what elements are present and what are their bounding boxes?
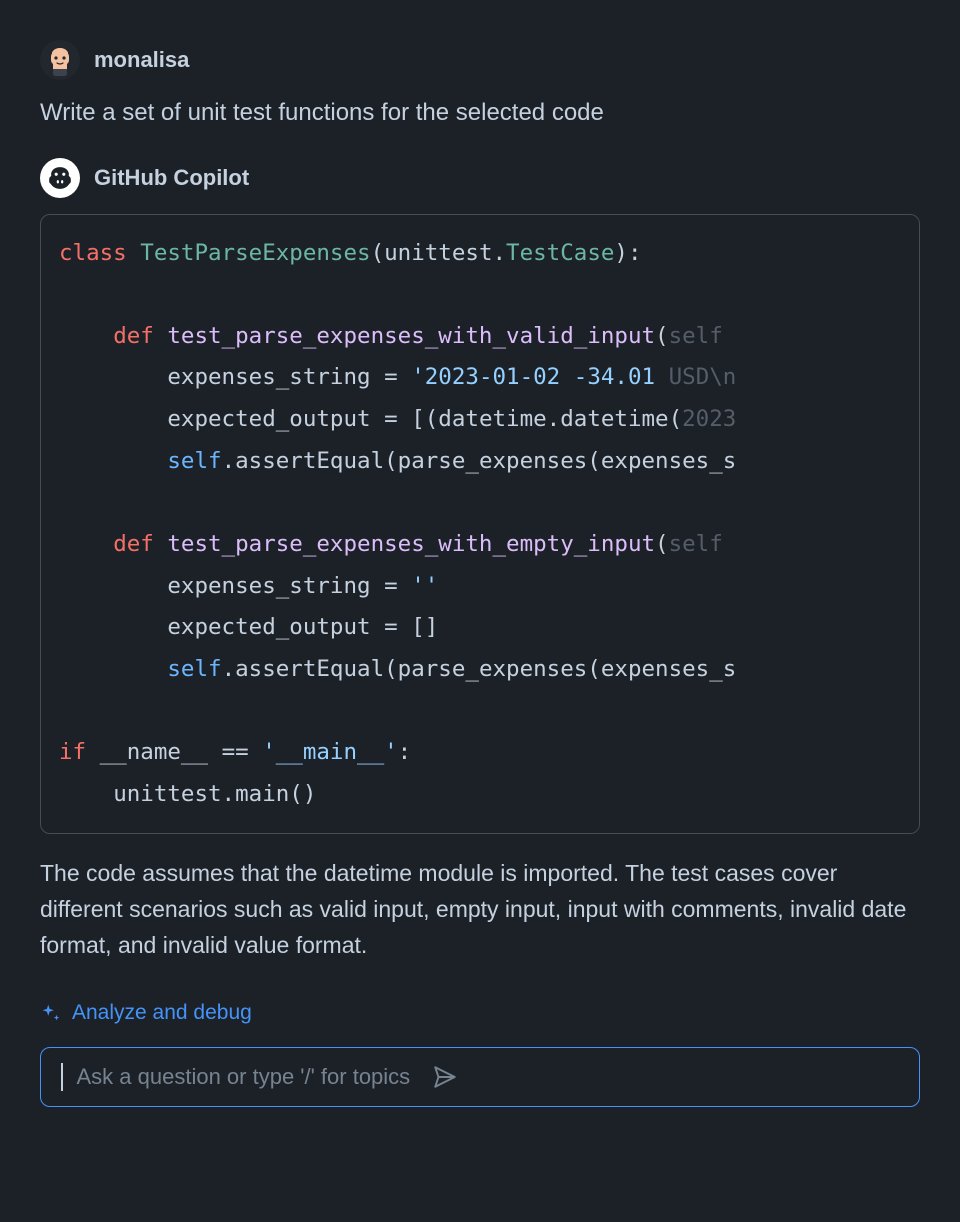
- assistant-explanation: The code assumes that the datetime modul…: [40, 856, 920, 963]
- assistant-message: GitHub Copilot class TestParseExpenses(u…: [40, 158, 920, 964]
- assistant-name: GitHub Copilot: [94, 165, 249, 191]
- action-label: Analyze and debug: [72, 1001, 252, 1025]
- mona-avatar-icon: [40, 40, 80, 80]
- copilot-icon: [47, 165, 73, 191]
- code-token: unittest: [384, 240, 492, 266]
- code-token: '__main__': [262, 739, 397, 765]
- code-token: def: [113, 531, 154, 557]
- code-token: self: [669, 531, 723, 557]
- code-token: unittest.main(): [113, 781, 316, 807]
- code-token: test_parse_expenses_with_empty_input: [167, 531, 655, 557]
- input-caret: [61, 1063, 63, 1091]
- input-placeholder: Ask a question or type '/' for topics: [77, 1064, 411, 1090]
- code-token: = []: [371, 614, 439, 640]
- code-token: TestParseExpenses: [140, 240, 370, 266]
- code-token: self: [167, 448, 221, 474]
- code-token: expenses_s: [601, 656, 736, 682]
- code-token: =: [371, 364, 412, 390]
- send-icon[interactable]: [432, 1064, 458, 1090]
- code-token: expenses_string: [167, 364, 370, 390]
- user-header: monalisa: [40, 40, 920, 80]
- code-token: USD\n: [669, 364, 737, 390]
- sparkle-icon: [40, 1002, 62, 1024]
- user-prompt-text: Write a set of unit test functions for t…: [40, 96, 920, 130]
- code-token: expenses_s: [601, 448, 736, 474]
- code-token: expected_output: [167, 406, 370, 432]
- code-token: .assertEqual(parse_expenses(: [222, 448, 601, 474]
- code-token: '': [411, 573, 438, 599]
- user-name: monalisa: [94, 47, 189, 73]
- code-token: TestCase: [506, 240, 614, 266]
- code-token: test_parse_expenses_with_valid_input: [167, 323, 655, 349]
- code-token: __name__: [100, 739, 208, 765]
- code-block: class TestParseExpenses(unittest.TestCas…: [40, 214, 920, 835]
- prompt-input[interactable]: Ask a question or type '/' for topics: [40, 1047, 920, 1107]
- code-token: class: [59, 240, 127, 266]
- code-token: expected_output: [167, 614, 370, 640]
- code-token: if: [59, 739, 86, 765]
- code-token: self: [167, 656, 221, 682]
- code-token: =: [371, 573, 412, 599]
- user-avatar: [40, 40, 80, 80]
- code-token: self: [669, 323, 723, 349]
- code-token: 2023: [682, 406, 736, 432]
- code-token: def: [113, 323, 154, 349]
- code-token: = [(datetime.datetime(: [371, 406, 683, 432]
- copilot-avatar: [40, 158, 80, 198]
- user-message: monalisa Write a set of unit test functi…: [40, 40, 920, 130]
- code-token: .assertEqual(parse_expenses(: [222, 656, 601, 682]
- analyze-debug-button[interactable]: Analyze and debug: [40, 1001, 920, 1025]
- assistant-header: GitHub Copilot: [40, 158, 920, 198]
- code-token: '2023-01-02 -34.01: [411, 364, 668, 390]
- code-token: expenses_string: [167, 573, 370, 599]
